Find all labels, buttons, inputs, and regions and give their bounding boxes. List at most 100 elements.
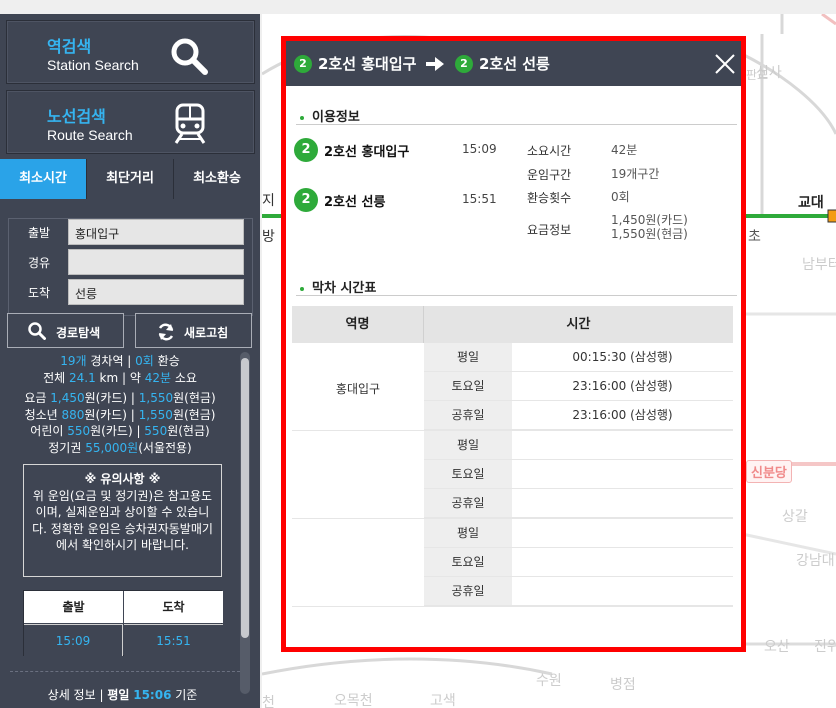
youth-cash-suffix: 원(현금) bbox=[172, 407, 216, 422]
dep-time-value: 15:09 bbox=[24, 624, 123, 656]
search-icon bbox=[171, 38, 208, 75]
map-label-gangnamdae[interactable]: 강남대 bbox=[796, 550, 835, 570]
table-time-cell bbox=[512, 460, 733, 489]
table-time-cell: 23:16:00 (삼성행) bbox=[512, 372, 733, 401]
tab-min-time[interactable]: 최소시간 bbox=[0, 159, 86, 199]
usage-info-label: 이용정보 bbox=[312, 110, 360, 125]
fare-cash-suffix: 원(현금) bbox=[173, 391, 216, 405]
summary-minutes-suffix: 소요 bbox=[171, 370, 197, 385]
map-label-gosaek[interactable]: 고색 bbox=[430, 690, 456, 708]
map-label-partial-panpo: 판포 bbox=[746, 68, 769, 82]
map-label-nambu[interactable]: 남부터 bbox=[802, 254, 836, 274]
map-label-byeongjeom[interactable]: 병점 bbox=[610, 674, 636, 694]
via-label: 경유 bbox=[28, 256, 51, 270]
pass-suffix: (서울전용) bbox=[138, 440, 192, 455]
child-prefix: 어린이 bbox=[30, 424, 68, 438]
fare-cash: 1,550 bbox=[138, 391, 174, 405]
table-time-cell: 00:15:30 (삼성행) bbox=[512, 343, 733, 372]
scrollbar-thumb[interactable] bbox=[241, 358, 249, 638]
fare-card: 1,450 bbox=[50, 391, 85, 405]
detail-info: 상세 정보 | 평일 15:06 기준 bbox=[0, 686, 245, 703]
popup-to-name: 2호선 선릉 bbox=[479, 55, 550, 73]
table-day-cell: 공휴일 bbox=[424, 577, 512, 606]
summary-line-fare: 요금 1,450원(카드) | 1,550원(현금) bbox=[0, 390, 240, 407]
info-key-transfers: 환승횟수 bbox=[527, 191, 572, 205]
refresh-label: 새로고침 bbox=[184, 326, 229, 340]
notice-line: 에서 확인하시기 바랍니다. bbox=[56, 538, 189, 552]
table-station-cell: 홍대입구 bbox=[335, 382, 381, 396]
tab-shortest-distance[interactable]: 최단거리 bbox=[86, 159, 173, 199]
info-value-fare-card: 1,450원(카드) bbox=[611, 213, 688, 227]
map-label-sanggal[interactable]: 상갈 bbox=[782, 506, 808, 526]
line-2-badge: 2 bbox=[294, 54, 312, 73]
map-label-suwon[interactable]: 수원 bbox=[536, 670, 562, 690]
via-row: 경유 bbox=[9, 249, 254, 275]
section-divider bbox=[296, 124, 737, 125]
via-input[interactable] bbox=[68, 249, 244, 275]
notice-line: 다. 정확한 운임은 승차권자동발매기 bbox=[32, 521, 213, 536]
map-label-gyodae[interactable]: 교대 bbox=[798, 192, 824, 212]
youth-prefix: 청소년 bbox=[24, 407, 62, 422]
child-card-suffix: 원(카드) | bbox=[90, 424, 145, 438]
departure-input[interactable]: 홍대입구 bbox=[68, 219, 244, 245]
summary-stations: 19개 bbox=[60, 354, 87, 368]
usage-info-title: 이용정보 bbox=[300, 106, 360, 125]
last-train-label: 막차 시간표 bbox=[312, 281, 377, 296]
tab-min-transfer[interactable]: 최소환승 bbox=[173, 159, 260, 199]
child-cash-suffix: 원(현금) bbox=[167, 424, 210, 438]
child-cash: 550 bbox=[144, 424, 168, 438]
table-day-cell: 토요일 bbox=[424, 372, 512, 401]
popup-header: 2 2호선 홍대입구 2 2호선 선릉 bbox=[286, 41, 741, 86]
summary-line-stations: 19개 경차역 | 0회 환승 bbox=[0, 353, 240, 370]
divider bbox=[10, 671, 240, 672]
popup-to-station: 2 2호선 선릉 bbox=[455, 53, 550, 74]
route-search-submit-button[interactable]: 경로탐색 bbox=[7, 313, 124, 348]
map-label-partial-cho: 초 bbox=[748, 229, 761, 245]
table-time-cell bbox=[512, 519, 733, 548]
table-day-cell: 토요일 bbox=[424, 548, 512, 577]
summary-stations-suffix: 경차역 | bbox=[86, 354, 136, 368]
info-key-duration: 소요시간 bbox=[527, 144, 572, 158]
route-station-name: 2호선 선릉 bbox=[324, 194, 386, 210]
summary-minutes: 42분 bbox=[144, 370, 171, 385]
arr-time-value: 15:51 bbox=[124, 624, 223, 656]
info-key-fare: 요금정보 bbox=[527, 223, 572, 237]
map-label-partial-bang: 방 bbox=[262, 229, 275, 245]
dep-arr-time-table: 출발 도착 15:09 15:51 bbox=[23, 590, 223, 656]
summary-total-prefix: 전체 bbox=[43, 370, 69, 385]
summary-transfers: 0회 bbox=[135, 354, 154, 368]
line-2-badge: 2 bbox=[294, 138, 318, 162]
arrow-right-icon bbox=[426, 57, 444, 71]
route-search-button[interactable]: 노선검색 Route Search bbox=[6, 90, 255, 154]
refresh-button[interactable]: 새로고침 bbox=[135, 313, 252, 348]
table-header-time: 시간 bbox=[424, 306, 733, 343]
summary-line-youth: 청소년 880원(카드) | 1,550원(현금) bbox=[0, 407, 240, 424]
bullet-icon bbox=[300, 286, 304, 291]
map-label-partial-cheon: 천 bbox=[262, 695, 275, 708]
popup-from-name: 2호선 홍대입구 bbox=[318, 55, 417, 73]
summary-transfers-suffix: 환승 bbox=[153, 354, 180, 368]
summary-line-child: 어린이 550원(카드) | 550원(현금) bbox=[0, 423, 240, 440]
departure-row: 출발 홍대입구 bbox=[9, 219, 254, 245]
route-detail-popup: 2 2호선 홍대입구 2 2호선 선릉 이용정보 2 2호선 홍대입구 15:0… bbox=[281, 36, 746, 652]
notice-title: ※ 유의사항 ※ bbox=[84, 472, 161, 486]
magnifier-icon bbox=[28, 322, 46, 340]
station-search-label-en: Station Search bbox=[47, 57, 139, 73]
map-label-osan[interactable]: 오산 bbox=[764, 636, 790, 656]
map-label-omokcheon[interactable]: 오목천 bbox=[334, 690, 373, 708]
table-day-cell: 공휴일 bbox=[424, 489, 512, 518]
popup-from-station: 2 2호선 홍대입구 bbox=[294, 53, 416, 74]
map-label-sinbundang[interactable]: 신분당 bbox=[746, 460, 792, 483]
info-value-duration: 42분 bbox=[611, 143, 638, 157]
dep-time-header: 출발 bbox=[24, 591, 123, 623]
sidebar-scrollbar[interactable] bbox=[240, 352, 250, 694]
map-label-jinwi[interactable]: 진위 bbox=[814, 636, 836, 656]
pass-prefix: 정기권 bbox=[48, 440, 86, 455]
table-time-cell bbox=[512, 489, 733, 518]
table-header-station: 역명 bbox=[292, 306, 424, 343]
close-icon[interactable] bbox=[714, 53, 736, 75]
arrival-input[interactable]: 선릉 bbox=[68, 279, 244, 305]
route-form: 출발 홍대입구 경유 도착 선릉 bbox=[8, 218, 253, 316]
info-key-fare-section: 운임구간 bbox=[527, 168, 572, 182]
station-search-button[interactable]: 역검색 Station Search bbox=[6, 20, 255, 84]
